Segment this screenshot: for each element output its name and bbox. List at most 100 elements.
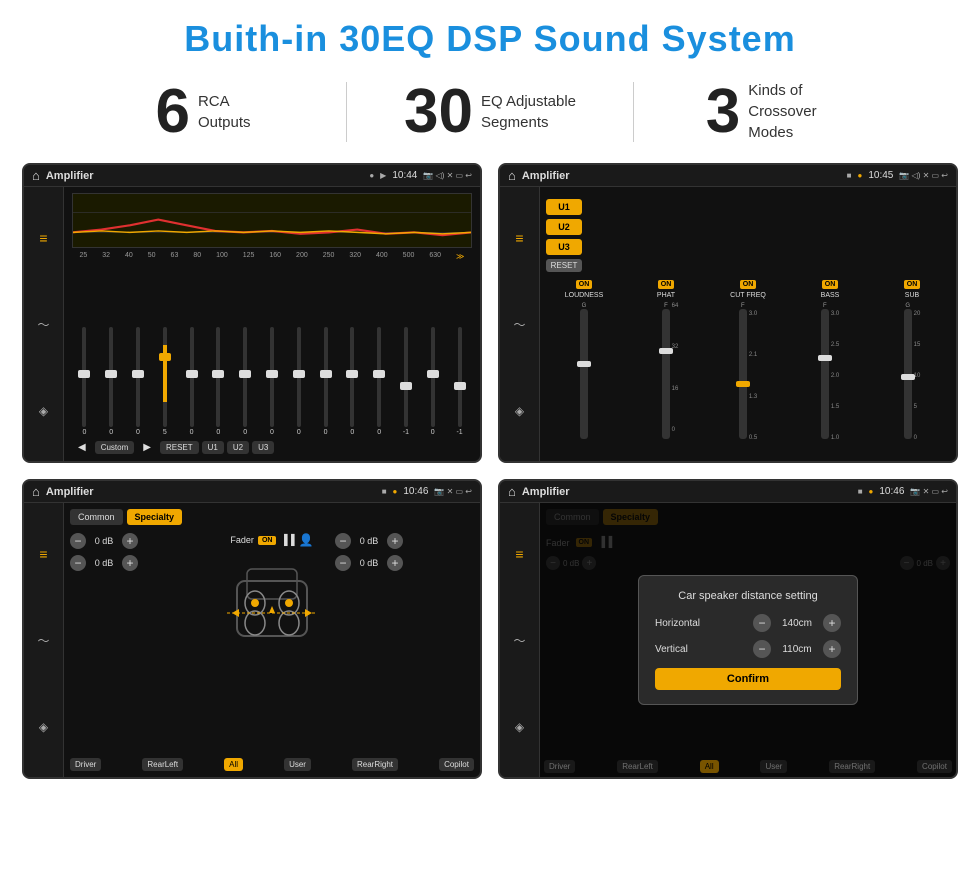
eq-bottom-bar: ◀ Custom ▶ RESET U1 U2 U3 [72,440,472,455]
eq-slider-12: -1 [394,327,419,436]
next-btn[interactable]: ▶ [137,440,157,455]
amp-sidebar: ≡ 〜 ◈ [500,187,540,461]
topbar-title-4: Amplifier [522,486,852,498]
all-btn[interactable]: All [224,758,243,771]
speaker-icon[interactable]: ◈ [39,404,48,418]
phat-on[interactable]: ON [658,280,675,289]
sub-on[interactable]: ON [904,280,921,289]
channel-sub: ON SUB G 20 15 [874,280,950,463]
fader-plus-4[interactable]: + [387,555,403,571]
u2-preset[interactable]: U2 [546,219,582,235]
fader-sidebar: ≡ 〜 ◈ [24,503,64,777]
reset-btn-2[interactable]: RESET [546,259,582,272]
stat-crossover: 3 Kinds of Crossover Modes [634,80,920,143]
u1-btn[interactable]: U1 [202,441,224,454]
eq-slider-0: 0 [72,327,97,436]
dialog-eq-icon[interactable]: ≡ [515,546,523,562]
amp-spk-icon[interactable]: ◈ [515,404,524,418]
u3-btn[interactable]: U3 [252,441,274,454]
stat-label-eq: EQ Adjustable Segments [481,91,576,133]
dialog-overlay: Car speaker distance setting Horizontal … [540,503,956,777]
horizontal-minus[interactable]: − [753,614,771,632]
topbar-title-2: Amplifier [522,170,841,182]
u3-preset[interactable]: U3 [546,239,582,255]
vertical-plus[interactable]: + [823,640,841,658]
fader-minus-3[interactable]: − [335,533,351,549]
eq-icon[interactable]: ≡ [39,230,47,246]
horizontal-label: Horizontal [655,618,715,629]
dialog-spk-icon[interactable]: ◈ [515,720,524,734]
time-3: 10:46 [403,486,428,497]
home-icon-2: ⌂ [508,168,516,183]
loudness-on[interactable]: ON [576,280,593,289]
horizontal-control: − 140cm + [753,614,841,632]
horizontal-plus[interactable]: + [823,614,841,632]
user-btn[interactable]: User [284,758,311,771]
vertical-label: Vertical [655,644,715,655]
topbar-4: ⌂ Amplifier ■ ● 10:46 📷 ✕ ▭ ↩ [500,481,956,503]
fader-plus-3[interactable]: + [387,533,403,549]
rearright-btn[interactable]: RearRight [352,758,398,771]
confirm-button[interactable]: Confirm [655,668,841,690]
channel-cutfreq: ON CUT FREQ F 3.0 [710,280,786,463]
eq-slider-6: 0 [233,327,258,436]
fader-minus-4[interactable]: − [335,555,351,571]
screen-distance: ⌂ Amplifier ■ ● 10:46 📷 ✕ ▭ ↩ ≡ 〜 ◈ Comm… [498,479,958,779]
u2-btn[interactable]: U2 [227,441,249,454]
tab-common[interactable]: Common [70,509,123,525]
vertical-control: − 110cm + [753,640,841,658]
fader-plus-1[interactable]: + [122,533,138,549]
fader-person-icon[interactable]: 👤 [299,533,314,547]
phat-label: PHAT [657,292,675,299]
vertical-minus[interactable]: − [753,640,771,658]
dialog-title: Car speaker distance setting [655,590,841,602]
fader-value-3: 0 dB [355,536,383,546]
channel-loudness: ON LOUDNESS G [546,280,622,463]
amp-eq-icon[interactable]: ≡ [515,230,523,246]
rearleft-btn[interactable]: RearLeft [142,758,183,771]
reset-btn[interactable]: RESET [160,441,199,454]
dialog-wave-icon[interactable]: 〜 [513,632,525,649]
eq-slider-9: 0 [313,327,338,436]
page-title: Buith-in 30EQ DSP Sound System [0,0,980,70]
topbar-icons-4: 📷 ✕ ▭ ↩ [910,487,948,496]
time-1: 10:44 [392,170,417,181]
bass-on[interactable]: ON [822,280,839,289]
screen-amp: ⌂ Amplifier ■ ● 10:45 📷 ◁) ✕ ▭ ↩ ≡ 〜 ◈ U… [498,163,958,463]
eq-slider-4: 0 [179,327,204,436]
cutfreq-on[interactable]: ON [740,280,757,289]
fader-plus-2[interactable]: + [122,555,138,571]
eq-slider-5: 0 [206,327,231,436]
u1-preset[interactable]: U1 [546,199,582,215]
dot-icon-2: ■ [847,171,852,180]
fader-eq-icon[interactable]: ≡ [39,546,47,562]
amp-wave-icon[interactable]: 〜 [513,316,525,333]
car-diagram [227,551,317,671]
topbar-title-3: Amplifier [46,486,376,498]
topbar-icons-2: 📷 ◁) ✕ ▭ ↩ [899,171,948,180]
wave-icon[interactable]: 〜 [37,316,49,333]
prev-btn[interactable]: ◀ [72,440,92,455]
play-icon-1: ▶ [380,171,386,180]
stats-row: 6 RCA Outputs 30 EQ Adjustable Segments … [0,70,980,157]
fader-on-btn[interactable]: ON [258,536,277,545]
stat-number-eq: 30 [404,81,473,143]
fader-row-2: − 0 dB + [70,555,209,571]
custom-btn[interactable]: Custom [95,441,135,454]
fader-bottom-row: Driver RearLeft All User RearRight Copil… [70,758,474,771]
tab-specialty[interactable]: Specialty [127,509,183,525]
dot-icon-3: ■ [382,487,387,496]
fader-minus-1[interactable]: − [70,533,86,549]
copilot-btn[interactable]: Copilot [439,758,474,771]
fader-wave-icon[interactable]: 〜 [37,632,49,649]
eq-slider-3: 5 [152,327,177,436]
eq-labels: 2532405063 80100125160200 25032040050063… [72,252,472,261]
dialog-row-vertical: Vertical − 110cm + [655,640,841,658]
driver-btn[interactable]: Driver [70,758,101,771]
fader-center: Fader ON ▐▐ 👤 [217,533,327,754]
fader-minus-2[interactable]: − [70,555,86,571]
stat-eq: 30 EQ Adjustable Segments [347,81,633,143]
fader-spk-icon[interactable]: ◈ [39,720,48,734]
eq-sliders: 0 0 0 [72,264,472,436]
preset-buttons: U1 U2 U3 RESET [546,193,582,276]
